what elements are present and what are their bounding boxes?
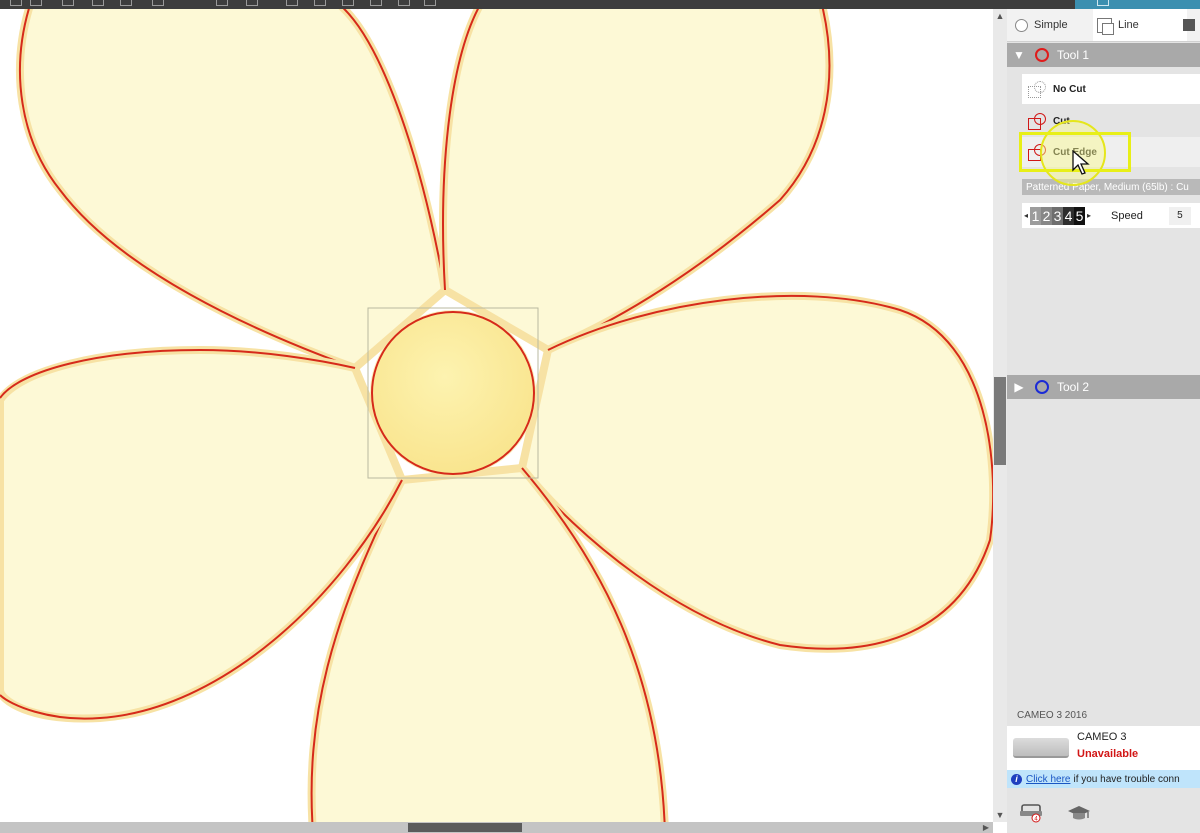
machine-name: CAMEO 3 [1077, 731, 1127, 743]
help-link[interactable]: Click here [1026, 774, 1070, 785]
tool1-label: Tool 1 [1057, 48, 1090, 62]
zoom-box-icon[interactable] [342, 0, 354, 6]
tab-line[interactable]: Line [1093, 9, 1187, 41]
help-text: if you have trouble conn [1073, 773, 1180, 785]
tab-fill[interactable] [1183, 9, 1200, 41]
design-canvas[interactable] [0, 9, 993, 822]
move-icon[interactable] [370, 0, 382, 6]
force-digit[interactable]: 1 [1030, 206, 1042, 225]
tool2-header[interactable]: ▶ Tool 2 [1007, 375, 1200, 399]
force-digit[interactable]: 2 [1041, 206, 1053, 225]
vertical-scrollbar[interactable]: ▲ ▼ [993, 9, 1007, 822]
copy-icon[interactable] [92, 0, 104, 6]
tab-line-label: Line [1118, 19, 1139, 31]
scroll-right-icon[interactable]: ▶ [979, 822, 993, 833]
zoom-in-icon[interactable] [286, 0, 298, 6]
bottom-icon-bar: 4 [1007, 793, 1200, 833]
machine-card[interactable]: CAMEO 3 Unavailable [1007, 726, 1200, 772]
pointer-tool-icon[interactable] [10, 0, 22, 6]
cutter-machine-icon [1013, 738, 1069, 758]
no-cut-icon [1027, 80, 1049, 98]
fill-icon [1183, 19, 1195, 31]
design-tab[interactable] [1075, 0, 1200, 9]
force-scale[interactable]: 1 2 3 4 5 [1030, 206, 1086, 225]
machine-status: Unavailable [1077, 748, 1139, 760]
option-no-cut-label: No Cut [1053, 83, 1086, 95]
speed-input[interactable]: 5 [1168, 206, 1191, 225]
tool2-color-icon [1035, 380, 1049, 394]
scroll-down-icon[interactable]: ▼ [993, 808, 1007, 822]
mode-tabs: Simple Line [1007, 9, 1200, 42]
scroll-up-icon[interactable]: ▲ [993, 9, 1007, 23]
send-to-cutter-icon[interactable]: 4 [1019, 803, 1043, 823]
zoom-out-icon[interactable] [314, 0, 326, 6]
tab-simple[interactable]: Simple [1015, 9, 1068, 41]
material-label: Patterned Paper, Medium (65lb) : Cu [1022, 179, 1200, 195]
arrow-right-icon[interactable]: ▸ [1087, 211, 1091, 220]
speed-label: Speed [1111, 209, 1143, 222]
top-toolbar [0, 0, 1075, 9]
force-digit[interactable]: 3 [1052, 206, 1064, 225]
expand-triangle-icon: ▶ [1014, 380, 1024, 394]
select-all-icon[interactable] [216, 0, 228, 6]
mouse-pointer-icon [1072, 150, 1090, 175]
help-bar: i Click here if you have trouble conn [1007, 770, 1200, 788]
cut-icon [1027, 112, 1049, 130]
scissors-icon[interactable] [62, 0, 74, 6]
flower-center [371, 311, 535, 475]
force-digit[interactable]: 5 [1074, 206, 1086, 225]
tab-simple-label: Simple [1034, 19, 1068, 31]
design-icon [1097, 0, 1109, 6]
paste-icon[interactable] [120, 0, 132, 6]
page-icon[interactable] [30, 0, 42, 6]
horizontal-scroll-thumb[interactable] [408, 823, 522, 832]
force-digit[interactable]: 4 [1063, 206, 1075, 225]
machine-section-label: CAMEO 3 2016 [1017, 710, 1088, 721]
tool2-label: Tool 2 [1057, 380, 1090, 394]
learning-cap-icon[interactable] [1067, 803, 1091, 823]
horizontal-scrollbar[interactable]: ▶ [0, 822, 993, 833]
deselect-icon[interactable] [246, 0, 258, 6]
radio-icon [1015, 18, 1028, 32]
petal-top-left [16, 9, 450, 373]
page-view-icon[interactable] [424, 0, 436, 6]
flower-shape[interactable] [0, 9, 993, 822]
line-icon [1097, 17, 1114, 35]
tool1-header[interactable]: ▼ Tool 1 [1007, 43, 1200, 67]
cut-settings-row: ◂ 1 2 3 4 5 ▸ Speed 5 [1022, 203, 1200, 228]
option-no-cut[interactable]: No Cut [1022, 74, 1200, 104]
undo-icon[interactable] [152, 0, 164, 6]
fit-icon[interactable] [398, 0, 410, 6]
arrow-left-icon[interactable]: ◂ [1024, 211, 1028, 220]
tool1-color-icon [1035, 48, 1049, 62]
collapse-triangle-icon: ▼ [1013, 48, 1025, 62]
vertical-scroll-thumb[interactable] [994, 377, 1006, 465]
info-icon: i [1011, 773, 1022, 785]
